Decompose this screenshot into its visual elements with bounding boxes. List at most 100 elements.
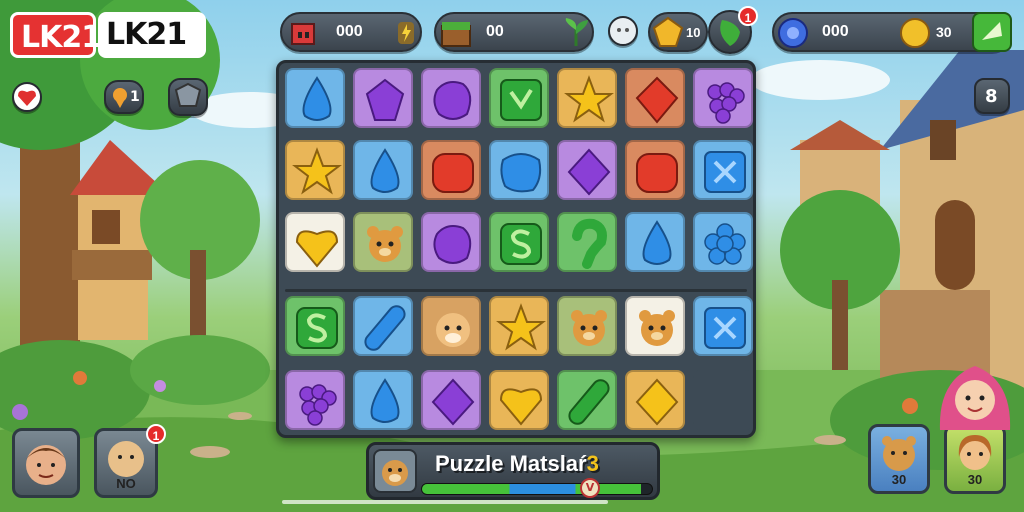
- green-leaf-icon: [500, 79, 542, 121]
- blue-drop-icon: [642, 220, 672, 265]
- board-tile-blue-x[interactable]: [693, 140, 753, 200]
- board-tile-bear[interactable]: [353, 212, 413, 272]
- board-tile-bear-selected[interactable]: [625, 296, 685, 356]
- lightning-icon: [398, 22, 414, 44]
- level-progress: [421, 483, 653, 495]
- home-indicator[interactable]: [282, 500, 608, 504]
- board-tile-green-s[interactable]: [285, 296, 345, 356]
- yellow-heart-icon: [499, 388, 543, 426]
- purple-blob-icon: [433, 81, 472, 120]
- board-tile-blue-drop[interactable]: [353, 370, 413, 430]
- chest-counter[interactable]: 00: [434, 12, 594, 52]
- blue-drop-icon: [370, 378, 400, 423]
- board-tile-yellow-star[interactable]: [489, 296, 549, 356]
- right-level-button[interactable]: 8: [974, 78, 1010, 114]
- player-2-badge: 1: [146, 424, 166, 444]
- blue-drop-icon: [370, 148, 400, 193]
- bear-icon: [367, 226, 403, 262]
- board-tile-red-diamond[interactable]: [625, 68, 685, 128]
- lives-value: 000: [336, 23, 363, 40]
- face-button[interactable]: [608, 16, 638, 46]
- purple-blob-icon: [433, 225, 472, 264]
- game-board[interactable]: [276, 60, 756, 438]
- hamster-icon: [436, 313, 470, 347]
- level-button[interactable]: 1: [104, 80, 144, 114]
- gold-gem-icon: [652, 16, 684, 47]
- board-tile-purple-diamond[interactable]: [421, 370, 481, 430]
- purple-grapes-icon: [707, 82, 745, 124]
- heart-button[interactable]: [12, 82, 42, 112]
- board-tile-green-s[interactable]: [489, 212, 549, 272]
- lives-counter[interactable]: 000: [280, 12, 422, 52]
- board-tile-blue-drop[interactable]: [625, 212, 685, 272]
- board-tile-yellow-heart[interactable]: [489, 370, 549, 430]
- gem-value: 10: [686, 25, 701, 40]
- purple-grapes-icon: [299, 384, 337, 426]
- bear-selected-icon: [639, 310, 675, 346]
- girl-character: [939, 366, 1011, 430]
- board-tile-bear[interactable]: [557, 296, 617, 356]
- player-card-3[interactable]: 30: [868, 424, 930, 494]
- progress-marker: V: [580, 478, 600, 498]
- player-card-1[interactable]: [12, 428, 80, 498]
- blue-blob-icon: [500, 153, 542, 193]
- blue-drop-icon: [302, 76, 332, 121]
- board-tile-purple-blob[interactable]: [421, 68, 481, 128]
- yellow-diamond-icon: [635, 378, 679, 426]
- player-2-label: NO: [116, 476, 136, 491]
- yellow-star-icon: [496, 303, 546, 351]
- board-tile-yellow-star[interactable]: [285, 140, 345, 200]
- board-tile-empty: [693, 370, 753, 430]
- play-button[interactable]: [972, 12, 1012, 52]
- coin-counter[interactable]: 000 30: [772, 12, 1012, 52]
- logo-white: LK21: [98, 12, 206, 58]
- treasure-chest-icon: [441, 22, 471, 47]
- blue-x-icon: [704, 151, 746, 193]
- player-3-label: 30: [891, 472, 907, 487]
- board-tile-red-blob[interactable]: [421, 140, 481, 200]
- mascot-portrait[interactable]: [373, 449, 417, 493]
- smiley-icon: [617, 28, 629, 32]
- purple-gem-icon: [365, 78, 405, 121]
- board-tile-purple-grapes[interactable]: [693, 68, 753, 128]
- board-tile-hamster[interactable]: [421, 296, 481, 356]
- red-blob-icon: [432, 153, 474, 193]
- board-tile-blue-flower[interactable]: [693, 212, 753, 272]
- level-bar: Puzzle Matslaŕ3 V: [366, 442, 660, 500]
- chest-value: 00: [486, 23, 504, 40]
- board-tile-green-leaf[interactable]: [489, 68, 549, 128]
- settings-button[interactable]: [168, 78, 208, 116]
- board-tile-yellow-heart-selected[interactable]: [285, 212, 345, 272]
- board-divider: [285, 289, 747, 292]
- board-tile-purple-gem[interactable]: [353, 68, 413, 128]
- level-value: 1: [130, 89, 140, 105]
- board-tile-purple-diamond[interactable]: [557, 140, 617, 200]
- board-tile-purple-grapes[interactable]: [285, 370, 345, 430]
- board-tile-red-blob[interactable]: [625, 140, 685, 200]
- gem-counter[interactable]: 10: [648, 12, 708, 52]
- blue-x-icon: [704, 307, 746, 349]
- blue-orb-icon: [778, 18, 808, 48]
- blue-bar-icon: [364, 305, 406, 351]
- board-tile-blue-drop[interactable]: [353, 140, 413, 200]
- yellow-heart-selected-icon: [295, 230, 339, 268]
- arrow-icon: [982, 22, 1002, 40]
- plant-icon: [565, 18, 588, 46]
- board-tile-blue-bar[interactable]: [353, 296, 413, 356]
- board-tile-green-hook[interactable]: [557, 212, 617, 272]
- board-tile-blue-blob[interactable]: [489, 140, 549, 200]
- purple-diamond-icon: [567, 148, 611, 196]
- board-tile-yellow-star[interactable]: [557, 68, 617, 128]
- heart-icon: [18, 90, 36, 106]
- board-tile-purple-blob[interactable]: [421, 212, 481, 272]
- green-s-icon: [500, 223, 542, 265]
- level-progress-fill: [422, 484, 641, 494]
- gold-coin-icon: [900, 18, 930, 48]
- blue-flower-icon: [704, 223, 746, 265]
- board-tile-blue-drop[interactable]: [285, 68, 345, 128]
- board-tile-green-bar[interactable]: [557, 370, 617, 430]
- green-bar-icon: [568, 379, 610, 425]
- hamster-icon: [382, 460, 408, 486]
- board-tile-yellow-diamond[interactable]: [625, 370, 685, 430]
- board-tile-blue-x[interactable]: [693, 296, 753, 356]
